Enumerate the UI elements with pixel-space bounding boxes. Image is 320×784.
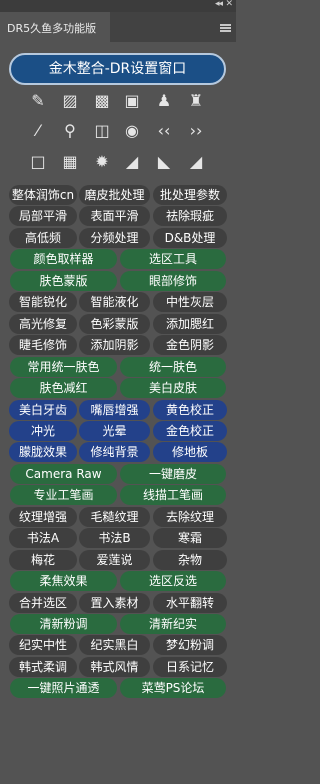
panel-tab-bar: DR5久鱼多功能版 <box>0 12 236 42</box>
action-button[interactable]: 韩式柔调 <box>9 657 77 677</box>
action-button[interactable]: 祛除瑕疵 <box>153 206 227 226</box>
action-button[interactable]: 梦幻粉调 <box>153 635 227 655</box>
action-button[interactable]: 统一肤色 <box>120 357 226 377</box>
action-button[interactable]: 清新粉调 <box>10 614 117 634</box>
action-button[interactable]: 一键照片通透 <box>10 678 117 698</box>
action-button[interactable]: 选区反选 <box>120 571 226 591</box>
collapse-panel-icon[interactable]: ◂◂ <box>215 0 223 9</box>
gradient-icon[interactable]: ▦ <box>57 149 83 173</box>
action-button[interactable]: 光晕 <box>79 421 150 441</box>
action-button[interactable]: 毛糙纹理 <box>79 507 150 527</box>
action-button[interactable]: 修地板 <box>153 442 227 462</box>
action-button[interactable]: 寒霜 <box>153 528 227 548</box>
action-button[interactable]: 肤色减红 <box>10 378 117 398</box>
action-button[interactable]: 局部平滑 <box>9 206 77 226</box>
action-button[interactable]: 金色校正 <box>153 421 227 441</box>
action-button[interactable]: Camera Raw <box>10 464 117 484</box>
action-button[interactable]: 线描工笔画 <box>120 485 226 505</box>
action-button[interactable]: 高光修复 <box>9 314 77 334</box>
action-button[interactable]: 杂物 <box>153 550 227 570</box>
action-button[interactable]: 置入素材 <box>79 593 150 613</box>
brush-icon[interactable]: ⁄ <box>25 118 51 142</box>
levels-icon[interactable]: ◢ <box>119 149 145 173</box>
action-button[interactable]: 黄色校正 <box>153 400 227 420</box>
action-button[interactable]: 批处理参数 <box>153 185 227 205</box>
action-button[interactable]: 磨皮批处理 <box>79 185 150 205</box>
action-button[interactable]: 中性灰层 <box>153 292 227 312</box>
action-button[interactable]: 肤色蒙版 <box>10 271 117 291</box>
action-button[interactable]: 颜色取样器 <box>10 249 117 269</box>
stamp-icon[interactable]: ♟ <box>151 88 177 112</box>
action-button[interactable]: 修纯背景 <box>79 442 150 462</box>
magnifier-icon[interactable]: ⚲ <box>57 118 83 142</box>
action-button[interactable]: 朦胧效果 <box>9 442 77 462</box>
panel-title: DR5久鱼多功能版 <box>7 22 97 35</box>
histogram-icon[interactable]: ◣ <box>151 149 177 173</box>
close-panel-icon[interactable]: ✕ <box>225 0 233 9</box>
bandage-icon[interactable]: ▨ <box>57 88 83 112</box>
action-button[interactable]: 去除纹理 <box>153 507 227 527</box>
action-button[interactable]: 添加阴影 <box>79 335 150 355</box>
panel-tab[interactable]: DR5久鱼多功能版 <box>0 12 110 42</box>
action-button[interactable]: 智能锐化 <box>9 292 77 312</box>
clone-stamp-icon[interactable]: ♜ <box>183 88 209 112</box>
chevron-right-icon[interactable]: ›› <box>183 118 209 142</box>
action-button[interactable]: 美白牙齿 <box>9 400 77 420</box>
chevron-left-icon[interactable]: ‹‹ <box>151 118 177 142</box>
action-button[interactable]: 美白皮肤 <box>120 378 226 398</box>
action-button[interactable]: 专业工笔画 <box>10 485 117 505</box>
action-button[interactable]: 书法A <box>9 528 77 548</box>
action-button[interactable]: 柔焦效果 <box>10 571 117 591</box>
panel-menu-icon[interactable] <box>220 24 231 32</box>
action-button[interactable]: 冲光 <box>9 421 77 441</box>
action-button[interactable]: 日系记忆 <box>153 657 227 677</box>
action-button[interactable]: 添加腮红 <box>153 314 227 334</box>
action-button[interactable]: 清新纪实 <box>120 614 226 634</box>
action-button[interactable]: 合并选区 <box>9 593 77 613</box>
action-button[interactable]: 水平翻转 <box>153 593 227 613</box>
action-button[interactable]: 纹理增强 <box>9 507 77 527</box>
action-button[interactable]: 色彩蒙版 <box>79 314 150 334</box>
action-button[interactable]: 表面平滑 <box>79 206 150 226</box>
action-button[interactable]: 常用统一肤色 <box>10 357 117 377</box>
panel-top-strip: ◂◂ ✕ <box>0 0 236 12</box>
action-button[interactable]: 金色阴影 <box>153 335 227 355</box>
action-button[interactable]: 分频处理 <box>79 228 150 248</box>
action-button[interactable]: 高低频 <box>9 228 77 248</box>
split-view-icon[interactable]: ◫ <box>89 118 115 142</box>
action-button[interactable]: 睫毛修饰 <box>9 335 77 355</box>
action-button[interactable]: 选区工具 <box>120 249 226 269</box>
chip-icon[interactable]: ▣ <box>119 88 145 112</box>
sparkle-icon[interactable]: ✹ <box>89 149 115 173</box>
histogram-alt-icon[interactable]: ◢ <box>183 149 209 173</box>
action-button[interactable]: 菜莺PS论坛 <box>120 678 226 698</box>
brush-swap-icon[interactable]: ✎ <box>25 88 51 112</box>
action-button[interactable]: 智能液化 <box>79 292 150 312</box>
action-button[interactable]: 纪实黑白 <box>79 635 150 655</box>
action-button[interactable]: D&B处理 <box>153 228 227 248</box>
action-button[interactable]: 整体润饰cn <box>9 185 77 205</box>
bandage-small-icon[interactable]: ▩ <box>89 88 115 112</box>
action-button[interactable]: 梅花 <box>9 550 77 570</box>
action-button[interactable]: 书法B <box>79 528 150 548</box>
white-square-icon[interactable]: □ <box>25 149 51 173</box>
action-button[interactable]: 一键磨皮 <box>120 464 226 484</box>
action-button[interactable]: 爱莲说 <box>79 550 150 570</box>
action-button[interactable]: 纪实中性 <box>9 635 77 655</box>
dr-settings-window-label: 金木整合-DR设置窗口 <box>48 61 187 77</box>
action-button[interactable]: 眼部修饰 <box>120 271 226 291</box>
dr-settings-window-button[interactable]: 金木整合-DR设置窗口 <box>9 53 226 85</box>
action-button[interactable]: 韩式风情 <box>79 657 150 677</box>
action-button[interactable]: 嘴唇增强 <box>79 400 150 420</box>
eye-icon[interactable]: ◉ <box>119 118 145 142</box>
